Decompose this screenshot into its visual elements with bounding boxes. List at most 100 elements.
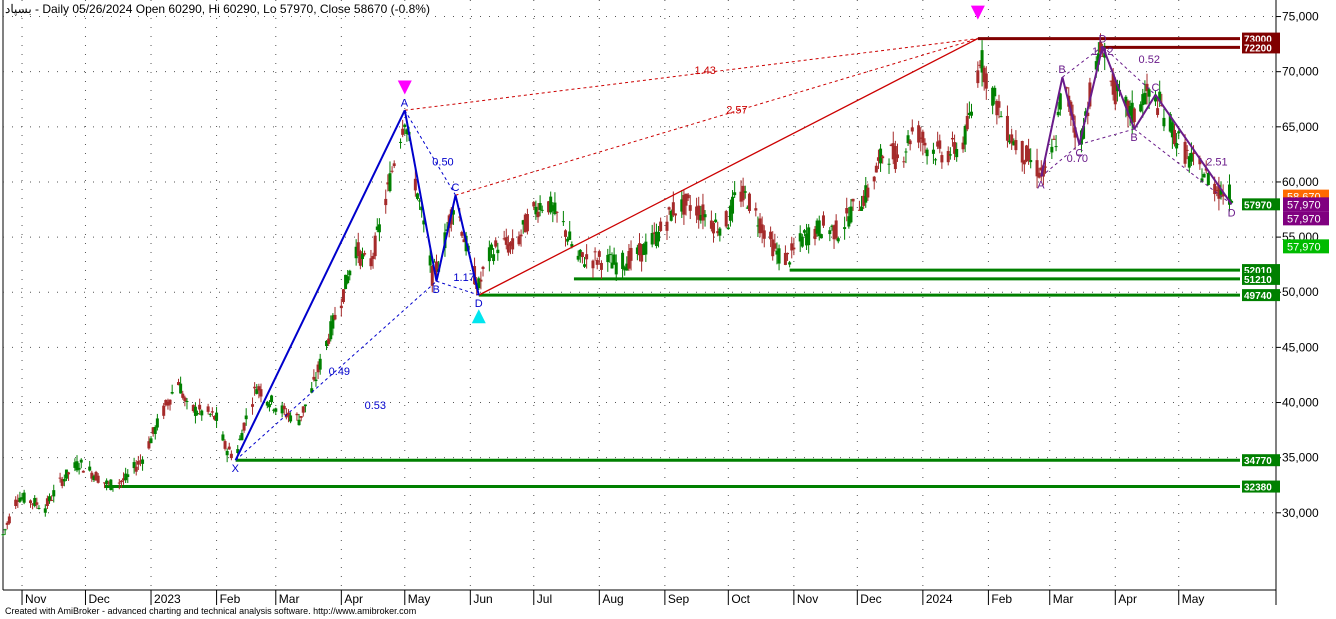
candle-body (950, 137, 954, 140)
candle-body (718, 228, 722, 236)
candle-body (312, 376, 316, 380)
candle-body (866, 187, 870, 198)
candle-body (786, 252, 790, 255)
harmonic-2-point-label: A (1037, 179, 1045, 191)
candle-body (585, 254, 589, 260)
harmonic-2-point-label: B (1130, 132, 1137, 144)
candle-body (62, 479, 66, 482)
candle-body (1143, 92, 1147, 105)
candle-body (369, 258, 373, 267)
candle-body (724, 211, 728, 227)
candle-body (688, 205, 692, 211)
candle-body (229, 453, 233, 459)
candle-body (519, 234, 523, 237)
candle-body (270, 395, 274, 403)
y-tick-label: 50,000 (1282, 285, 1319, 299)
price-tag-label: 57,970 (1287, 213, 1321, 225)
price-chart: 1.432.57XABCD0.500.490.531.17ABCDBCD1.42… (1, 0, 1329, 606)
candle-body (650, 232, 654, 245)
candle-body (390, 170, 394, 172)
candle-body (1206, 173, 1210, 186)
candle-body (181, 393, 185, 398)
candle-body (244, 415, 248, 420)
candle-body (295, 413, 299, 416)
candle-body (701, 204, 705, 221)
candle-body (599, 262, 603, 270)
harmonic-1-point-label: D (475, 298, 483, 310)
candle-body (834, 220, 838, 239)
harmonic-1-ratio: 1.17 (453, 272, 474, 284)
candle-body (614, 262, 618, 275)
candle-body (1162, 117, 1166, 127)
candle-body (494, 240, 498, 247)
candle-body (223, 441, 227, 449)
candle-body (371, 256, 375, 259)
candle-body (403, 124, 407, 128)
candle-body (346, 276, 350, 284)
candle-body (938, 140, 942, 149)
candle-body (925, 149, 929, 157)
candle-body (511, 238, 515, 250)
candle-body (333, 314, 337, 320)
harmonic-1-leg (435, 194, 457, 282)
candle-body (489, 244, 493, 250)
candle-body (185, 401, 189, 403)
candle-body (392, 163, 396, 167)
x-tick-label: 2024 (926, 592, 953, 606)
candle-body (1005, 115, 1009, 141)
candle-body (384, 198, 388, 206)
candle-body (1172, 129, 1176, 145)
level-tag-label: 72200 (1244, 43, 1272, 54)
x-tick-label: Mar (279, 592, 300, 606)
candle-body (1050, 146, 1054, 153)
trend-line (478, 38, 979, 296)
candle-body (286, 412, 290, 416)
candle-body (1044, 166, 1048, 168)
candle-body (215, 412, 219, 421)
candle-body (976, 70, 980, 84)
candle-body (999, 116, 1003, 118)
candle-body (1156, 108, 1160, 115)
candle-body (303, 404, 307, 407)
candle-body (141, 459, 145, 464)
candle-body (43, 508, 47, 513)
candle-body (274, 408, 278, 412)
candle-body (591, 260, 595, 269)
candle-body (800, 236, 804, 247)
y-tick-label: 70,000 (1282, 65, 1319, 79)
candle-body (377, 224, 381, 233)
footer-credit: Created with AmiBroker - advanced charti… (5, 606, 417, 616)
candle-body (843, 227, 847, 230)
candle-body (79, 459, 83, 463)
candle-body (117, 482, 121, 484)
candle-body (105, 480, 109, 485)
candle-body (792, 247, 796, 250)
candle-body (1054, 146, 1058, 148)
candle-body (872, 176, 876, 182)
price-tag-label: 57970 (1244, 200, 1272, 211)
candle-body (314, 379, 318, 382)
candle-body (168, 399, 172, 405)
candle-body (910, 127, 914, 132)
candle-body (955, 149, 959, 158)
harmonic-2-point-label: C (1151, 82, 1159, 94)
candle-body (1147, 89, 1151, 97)
x-tick-label: Nov (797, 592, 818, 606)
projection-line-2 (455, 38, 978, 196)
candle-body (1183, 141, 1187, 164)
candle-body (289, 415, 293, 422)
candle-body (783, 252, 787, 265)
candle-body (259, 389, 263, 397)
candle-body (659, 221, 663, 231)
x-tick-label: Apr (344, 592, 363, 606)
candle-body (22, 492, 26, 503)
candle-body (479, 279, 483, 282)
level-tag-label: 49740 (1244, 291, 1272, 302)
candle-body (348, 270, 352, 276)
y-tick-label: 30,000 (1282, 506, 1319, 520)
candle-body (200, 410, 204, 416)
candle-body (35, 502, 39, 505)
level-tag-label: 32380 (1244, 483, 1272, 494)
candle-body (595, 260, 599, 265)
candle-body (149, 438, 153, 444)
